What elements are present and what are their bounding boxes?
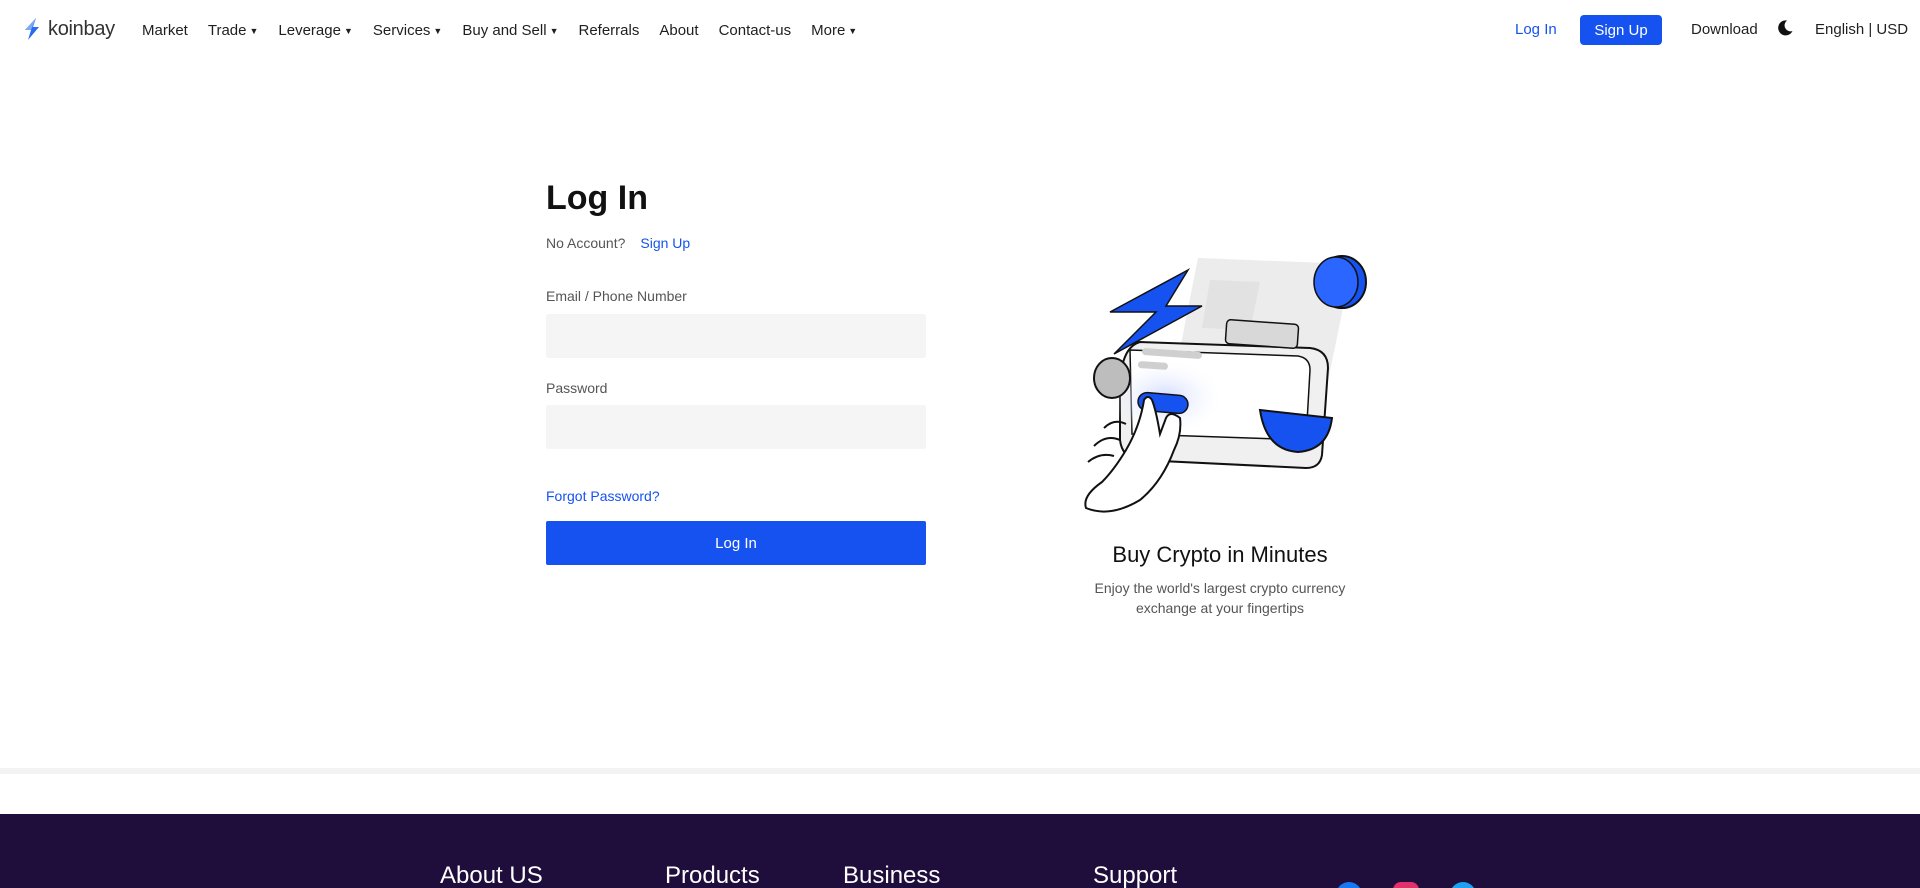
password-label: Password: [546, 380, 608, 396]
brand-name: koinbay: [48, 17, 115, 40]
nav-item-referrals[interactable]: Referrals: [579, 22, 640, 39]
nav-item-buy-and-sell[interactable]: Buy and Sell ▼: [462, 22, 558, 39]
nav-item-leverage[interactable]: Leverage ▼: [278, 22, 352, 39]
promo-title: Buy Crypto in Minutes: [1112, 542, 1328, 567]
nav-item-services[interactable]: Services ▼: [373, 22, 442, 39]
nav-item-trade[interactable]: Trade ▼: [208, 22, 259, 39]
page-title: Log In: [546, 179, 648, 217]
download-link[interactable]: Download: [1691, 21, 1758, 38]
crypto-wallet-illustration: [1084, 255, 1367, 513]
footer-heading-products: Products: [665, 862, 760, 888]
caret-down-icon: ▼: [249, 26, 259, 36]
footer: [0, 814, 1920, 888]
koinbay-logo-icon: [25, 18, 39, 40]
footer-heading-business: Business: [843, 862, 941, 888]
caret-down-icon: ▼: [848, 26, 858, 36]
instagram-icon[interactable]: [1393, 882, 1419, 888]
footer-heading-support: Support: [1093, 862, 1178, 888]
nav-item-label: Trade: [207, 21, 247, 39]
password-input[interactable]: [546, 405, 926, 449]
main-menu: Market Trade ▼ Leverage ▼ Services ▼ Buy and Se…: [142, 0, 857, 60]
footer-heading-about: About US: [440, 862, 543, 888]
nav-item-label: Services: [372, 21, 431, 39]
caret-down-icon: ▼: [433, 26, 443, 36]
caret-down-icon: ▼: [549, 26, 559, 36]
nav-item-market[interactable]: Market: [142, 22, 188, 39]
forgot-password-link[interactable]: Forgot Password?: [546, 488, 660, 504]
nav-item-label: Market: [142, 21, 188, 39]
nav-item-contact-us[interactable]: Contact-us: [719, 22, 792, 39]
nav-item-label: About: [659, 21, 699, 39]
nav-item-label: Leverage: [278, 21, 341, 39]
login-form: Log In No Account? Sign Up Email / Phone…: [546, 178, 926, 565]
promo-subtitle: Enjoy the world's largest crypto currenc…: [1094, 580, 1346, 616]
top-navbar: koinbay Market Trade ▼ Leverage ▼ Services ▼ Bu…: [0, 0, 1920, 60]
nav-login-link[interactable]: Log In: [1515, 21, 1557, 38]
nav-item-label: Buy and Sell: [462, 21, 547, 39]
nav-signup-button[interactable]: Sign Up: [1580, 15, 1662, 45]
nav-item-label: More: [811, 21, 846, 39]
brand-logo[interactable]: koinbay: [22, 17, 115, 41]
caret-down-icon: ▼: [343, 26, 353, 36]
section-divider: [0, 768, 1920, 774]
signup-prompt: No Account? Sign Up: [546, 235, 926, 251]
nav-item-more[interactable]: More ▼: [811, 22, 857, 39]
email-label: Email / Phone Number: [546, 288, 687, 304]
email-phone-input[interactable]: [546, 314, 926, 358]
signup-link[interactable]: Sign Up: [640, 235, 690, 251]
nav-item-label: Referrals: [578, 21, 640, 39]
nav-item-label: Contact-us: [718, 21, 792, 39]
no-account-text: No Account?: [546, 234, 626, 251]
language-currency-selector[interactable]: English | USD: [1815, 21, 1908, 38]
nav-item-about[interactable]: About: [659, 22, 698, 39]
moon-icon[interactable]: [1776, 19, 1794, 37]
login-submit-button[interactable]: Log In: [546, 521, 926, 565]
